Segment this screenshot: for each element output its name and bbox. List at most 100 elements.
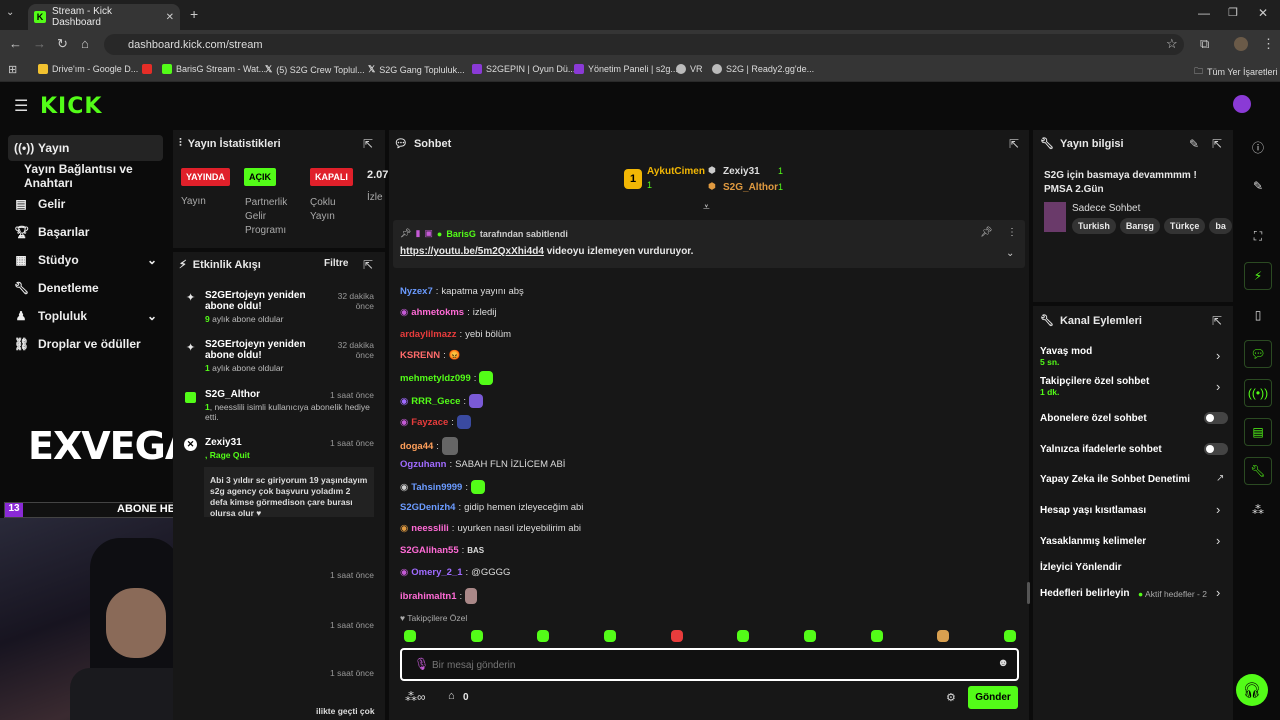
popout-icon[interactable]: ⇱ [363, 258, 373, 272]
emote-icon[interactable] [803, 630, 816, 642]
store-icon[interactable]: ⌂ [448, 690, 455, 702]
wrench-icon[interactable]: 🔧︎ [1244, 457, 1272, 485]
chat-username[interactable]: Omery_2_1 [411, 567, 462, 578]
popout-icon[interactable]: ⇱ [1009, 137, 1019, 151]
bookmark-item[interactable]: Drive'ım - Google D... [38, 64, 138, 74]
chat-username[interactable]: doga44 [400, 441, 433, 452]
chat-username[interactable]: S2GDenizh4 [400, 502, 455, 513]
chat-username[interactable]: Tahsin9999 [411, 482, 462, 493]
drops-icon[interactable]: ⁂ [1244, 496, 1272, 524]
sidebar-item-studyo[interactable]: ▦ Stüdyo ⌄ [8, 247, 163, 273]
chat-username[interactable]: ardaylilmazz [400, 329, 457, 340]
bookmark-item[interactable]: S2GEPIN | Oyun Dü... [472, 64, 575, 74]
action-subscribers-only[interactable]: Abonelere özel sohbet [1040, 413, 1147, 424]
close-window-icon[interactable]: ✕ [1258, 6, 1268, 20]
chevron-right-icon[interactable]: › [1216, 502, 1220, 517]
points-icon[interactable]: ⁂∞ [405, 690, 426, 704]
filter-button[interactable]: Filtre [324, 258, 348, 269]
emote-icon[interactable] [937, 630, 950, 642]
home-icon[interactable]: ⌂ [81, 36, 89, 51]
emote-icon[interactable] [670, 630, 683, 642]
sidebar-item-topluluk[interactable]: ♟ Topluluk ⌄ [8, 303, 163, 329]
chat-icon[interactable]: 💬︎ [1244, 340, 1272, 368]
expand-icon[interactable]: ⌄ [1006, 248, 1014, 259]
chat-username[interactable]: ibrahimaltn1 [400, 591, 457, 602]
broadcast-icon[interactable]: ((•)) [1244, 379, 1272, 407]
document-icon[interactable]: ▯ [1244, 301, 1272, 329]
popout-icon[interactable]: ⇱ [363, 137, 373, 151]
emote-icon[interactable] [870, 630, 883, 642]
action-banned-words[interactable]: Yasaklanmış kelimeler [1040, 536, 1146, 547]
user-avatar[interactable] [1233, 95, 1251, 113]
bookmark-item[interactable] [142, 64, 152, 74]
edit-icon[interactable]: ✎ [1189, 137, 1199, 151]
chevron-right-icon[interactable]: › [1216, 585, 1220, 600]
apps-grid-icon[interactable]: ⊞ [8, 63, 17, 76]
action-ai-moderation[interactable]: Yapay Zeka ile Sohbet Denetimi [1040, 474, 1190, 485]
layout-icon[interactable]: ▤ [1244, 418, 1272, 446]
sidebar-item-denetleme[interactable]: 🔧︎ Denetleme [8, 275, 163, 301]
bookmark-item[interactable]: S2G | Ready2.gg'de... [712, 64, 814, 74]
emote-icon[interactable] [737, 630, 750, 642]
chat-username[interactable]: neesslili [411, 523, 449, 534]
sidebar-item-gelir[interactable]: ▤ Gelir [8, 191, 163, 217]
emoji-picker-icon[interactable]: ☻ [997, 657, 1009, 669]
action-slow-mode[interactable]: Yavaş mod 5 sn. [1040, 346, 1092, 367]
microphone-icon[interactable]: 🎙︎ [414, 657, 429, 671]
forward-icon[interactable]: → [33, 36, 46, 51]
action-raid[interactable]: İzleyici Yönlendir [1040, 562, 1122, 573]
sidebar-item-yayin[interactable]: ((•)) Yayın [8, 135, 163, 161]
chat-username[interactable]: ahmetokms [411, 307, 464, 318]
new-tab-icon[interactable]: + [190, 6, 198, 22]
emote-icon[interactable] [603, 630, 616, 642]
bookmark-item[interactable]: 𝕏 (5) S2G Crew Toplul... [265, 64, 365, 75]
back-icon[interactable]: ← [9, 36, 22, 51]
chat-input-box[interactable]: 🎙︎ ☻ [400, 648, 1019, 681]
profile-avatar[interactable] [1234, 37, 1248, 51]
emote-icon[interactable] [404, 630, 416, 642]
bolt-icon[interactable]: ⚡︎ [1244, 262, 1272, 290]
bookmark-item[interactable]: BarisG Stream - Wat... [162, 64, 266, 74]
chat-username[interactable]: KSRENN [400, 350, 440, 361]
pinned-link[interactable]: https://youtu.be/5m2QxXhi4d4 [400, 246, 544, 257]
minimize-icon[interactable]: — [1198, 6, 1210, 20]
emote-icon[interactable] [1003, 630, 1016, 642]
sidebar-item-droplar[interactable]: ⛓ Droplar ve ödüller [8, 331, 163, 357]
chat-settings-icon[interactable]: ⚙ [946, 691, 956, 704]
chat-username[interactable]: Fayzace [411, 417, 448, 428]
more-options-icon[interactable]: ⋮ [1007, 227, 1017, 238]
chat-username[interactable]: S2GAlihan55 [400, 545, 459, 556]
chat-username[interactable]: Ogzuhann [400, 459, 446, 470]
chat-username[interactable]: Nyzex7 [400, 286, 433, 297]
unpin-icon[interactable]: 📌︎ [980, 227, 993, 238]
chevron-right-icon[interactable]: › [1216, 379, 1220, 394]
bookmark-item[interactable]: 𝕏 S2G Gang Topluluk... [368, 64, 465, 75]
chat-username[interactable]: mehmetyldz099 [400, 373, 471, 384]
fullscreen-icon[interactable]: ⛶ [1244, 222, 1272, 250]
hamburger-menu-icon[interactable]: ☰ [14, 96, 28, 116]
external-link-icon[interactable]: ↗ [1216, 473, 1224, 484]
emote-icon[interactable] [537, 630, 550, 642]
tab-search-icon[interactable]: ⌄ [6, 7, 14, 18]
tag[interactable]: ba [1209, 218, 1232, 234]
all-bookmarks[interactable]: 🗀 Tüm Yer İşaretleri [1194, 64, 1278, 80]
tag[interactable]: Turkish [1072, 218, 1116, 234]
kick-logo[interactable]: KICK [40, 94, 102, 119]
chat-message-input[interactable] [432, 655, 992, 675]
bookmark-item[interactable]: VR [676, 64, 703, 74]
maximize-icon[interactable]: ❐ [1228, 6, 1238, 19]
chat-scrollbar[interactable] [1027, 582, 1030, 604]
collapse-icon[interactable]: ⩡ [703, 200, 710, 215]
tag[interactable]: Barışg [1119, 218, 1160, 234]
action-account-age[interactable]: Hesap yaşı kısıtlaması [1040, 505, 1146, 516]
chevron-right-icon[interactable]: › [1216, 348, 1220, 363]
browser-menu-icon[interactable]: ⋮ [1262, 36, 1275, 52]
close-tab-icon[interactable]: ✕ [166, 12, 174, 23]
bookmark-item[interactable]: Yönetim Paneli | s2g... [574, 64, 678, 74]
url-field[interactable]: dashboard.kick.com/stream [104, 34, 1184, 55]
tag[interactable]: Türkçe [1163, 218, 1206, 234]
chat-username[interactable]: RRR_Gece [411, 396, 460, 407]
browser-tab[interactable]: K Stream - Kick Dashboard ✕ [28, 4, 180, 30]
subscribers-only-toggle[interactable] [1204, 412, 1228, 424]
popout-icon[interactable]: ⇱ [1212, 314, 1222, 328]
